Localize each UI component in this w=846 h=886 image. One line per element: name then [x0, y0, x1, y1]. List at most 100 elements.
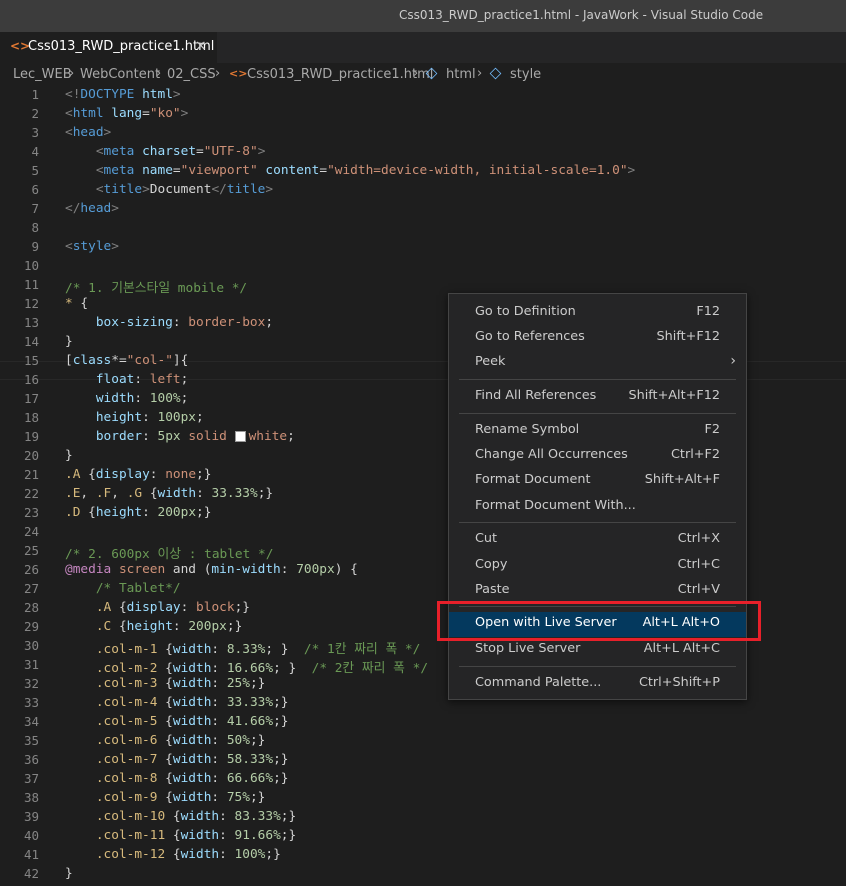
line-number: 1	[31, 87, 39, 102]
menu-item-change-all-occurrences[interactable]: Change All Occurrences Ctrl+F2	[449, 444, 746, 469]
code-text: /* Tablet*/	[95, 581, 181, 596]
code-text: <meta name="viewport" content="width=dev…	[95, 163, 636, 178]
code-text: /* 1. 기본스타일 mobile */	[65, 281, 248, 296]
code-text: * {	[65, 296, 89, 311]
code-text: width: 100%;	[95, 391, 189, 406]
line-number: 34	[23, 714, 39, 729]
breadcrumb-item[interactable]: style	[510, 67, 541, 82]
tab-css013[interactable]: <> Css013_RWD_practice1.html ×	[0, 32, 217, 63]
code-line[interactable]: 38 .col-m-9 {width: 75%;}	[0, 789, 846, 808]
code-text: .col-m-3 {width: 25%;}	[95, 676, 266, 691]
line-number: 22	[23, 486, 39, 501]
line-number: 9	[31, 239, 39, 254]
tab-bar: <> Css013_RWD_practice1.html ×	[0, 32, 846, 63]
breadcrumb-item[interactable]: WebContent	[80, 67, 160, 82]
code-line[interactable]: 42}	[0, 865, 846, 884]
breadcrumb-item[interactable]: 02_CSS	[167, 67, 216, 82]
menu-separator	[459, 413, 736, 414]
code-line[interactable]: 8	[0, 219, 846, 238]
menu-item-go-to-references[interactable]: Go to References Shift+F12	[449, 326, 746, 351]
code-line[interactable]: 5 <meta name="viewport" content="width=d…	[0, 162, 846, 181]
code-text: }	[65, 448, 73, 463]
menu-item-command-palette[interactable]: Command Palette... Ctrl+Shift+P	[449, 672, 746, 697]
line-number: 13	[23, 315, 39, 330]
code-text: height: 100px;	[95, 410, 204, 425]
code-text: .col-m-2 {width: 16.66%; } /* 2칸 짜리 폭 */	[95, 661, 429, 676]
breadcrumb-item[interactable]: html	[446, 67, 476, 82]
code-line[interactable]: 10	[0, 257, 846, 276]
code-line[interactable]: 2 <html lang="ko">	[0, 105, 846, 124]
code-text: .col-m-8 {width: 66.66%;}	[95, 771, 289, 786]
close-icon[interactable]: ×	[195, 38, 207, 54]
menu-item-format-document[interactable]: Format Document Shift+Alt+F	[449, 469, 746, 494]
chevron-right-icon: ›	[413, 66, 419, 81]
code-text: .col-m-9 {width: 75%;}	[95, 790, 266, 805]
line-number: 41	[23, 847, 39, 862]
menu-item-format-document-with[interactable]: Format Document With...	[449, 495, 746, 520]
line-number: 33	[23, 695, 39, 710]
line-number: 12	[23, 296, 39, 311]
line-number: 32	[23, 676, 39, 691]
annotation-highlight-box	[437, 601, 761, 641]
code-line[interactable]: 3 <head>	[0, 124, 846, 143]
code-text: .C {height: 200px;}	[95, 619, 243, 634]
line-number: 17	[23, 391, 39, 406]
code-text: <title>Document</title>	[95, 182, 274, 197]
code-line[interactable]: 4 <meta charset="UTF-8">	[0, 143, 846, 162]
code-line[interactable]: 7 </head>	[0, 200, 846, 219]
code-text: <head>	[65, 125, 112, 140]
code-text: .col-m-11 {width: 91.66%;}	[95, 828, 297, 843]
window-title: Css013_RWD_practice1.html - JavaWork - V…	[399, 8, 764, 22]
breadcrumb-item[interactable]: Lec_WEB	[13, 67, 72, 82]
chevron-right-icon: ›	[156, 66, 162, 81]
code-text: .col-m-12 {width: 100%;}	[95, 847, 281, 862]
code-line[interactable]: 41 .col-m-12 {width: 100%;}	[0, 846, 846, 865]
element-cube-icon	[489, 67, 502, 80]
code-text: float: left;	[95, 372, 189, 387]
line-number: 36	[23, 752, 39, 767]
menu-item-go-to-definition[interactable]: Go to Definition F12	[449, 301, 746, 326]
code-line[interactable]: 6 <title>Document</title>	[0, 181, 846, 200]
line-number: 15	[23, 353, 39, 368]
code-text: box-sizing: border-box;	[95, 315, 274, 330]
code-line[interactable]: 37 .col-m-8 {width: 66.66%;}	[0, 770, 846, 789]
code-line[interactable]: 36 .col-m-7 {width: 58.33%;}	[0, 751, 846, 770]
code-text: @media screen and (min-width: 700px) {	[65, 562, 358, 577]
code-text: <html lang="ko">	[65, 106, 189, 121]
code-line[interactable]: 1 <!DOCTYPE html>	[0, 86, 846, 105]
menu-separator	[459, 379, 736, 380]
menu-item-rename-symbol[interactable]: Rename Symbol F2	[449, 419, 746, 444]
line-number: 27	[23, 581, 39, 596]
line-number: 31	[23, 657, 39, 672]
code-text: .A {display: none;}	[65, 467, 212, 482]
code-line[interactable]: 35 .col-m-6 {width: 50%;}	[0, 732, 846, 751]
menu-item-cut[interactable]: Cut Ctrl+X	[449, 528, 746, 553]
menu-item-find-all-references[interactable]: Find All References Shift+Alt+F12	[449, 385, 746, 410]
breadcrumb-item[interactable]: Css013_RWD_practice1.html	[247, 67, 433, 82]
line-number: 18	[23, 410, 39, 425]
menu-separator	[459, 522, 736, 523]
line-number: 35	[23, 733, 39, 748]
tab-label: Css013_RWD_practice1.html	[28, 39, 215, 54]
line-number: 5	[31, 163, 39, 178]
code-line[interactable]: 34 .col-m-5 {width: 41.66%;}	[0, 713, 846, 732]
code-line[interactable]: 9 <style>	[0, 238, 846, 257]
code-line[interactable]: 39 .col-m-10 {width: 83.33%;}	[0, 808, 846, 827]
code-text: .E, .F, .G {width: 33.33%;}	[65, 486, 274, 501]
code-text: .col-m-6 {width: 50%;}	[95, 733, 266, 748]
code-text: .A {display: block;}	[95, 600, 250, 615]
line-number: 21	[23, 467, 39, 482]
line-number: 19	[23, 429, 39, 444]
menu-item-copy[interactable]: Copy Ctrl+C	[449, 554, 746, 579]
line-number: 38	[23, 790, 39, 805]
line-number: 25	[23, 543, 39, 558]
line-number: 11	[23, 277, 39, 292]
code-text: /* 2. 600px 이상 : tablet */	[65, 547, 274, 562]
code-text: <style>	[65, 239, 119, 254]
menu-item-peek[interactable]: Peek ›	[449, 351, 746, 376]
line-number: 42	[23, 866, 39, 881]
line-number: 40	[23, 828, 39, 843]
code-text: </head>	[65, 201, 119, 216]
menu-item-stop-live-server[interactable]: Stop Live Server Alt+L Alt+C	[449, 638, 746, 663]
code-line[interactable]: 40 .col-m-11 {width: 91.66%;}	[0, 827, 846, 846]
